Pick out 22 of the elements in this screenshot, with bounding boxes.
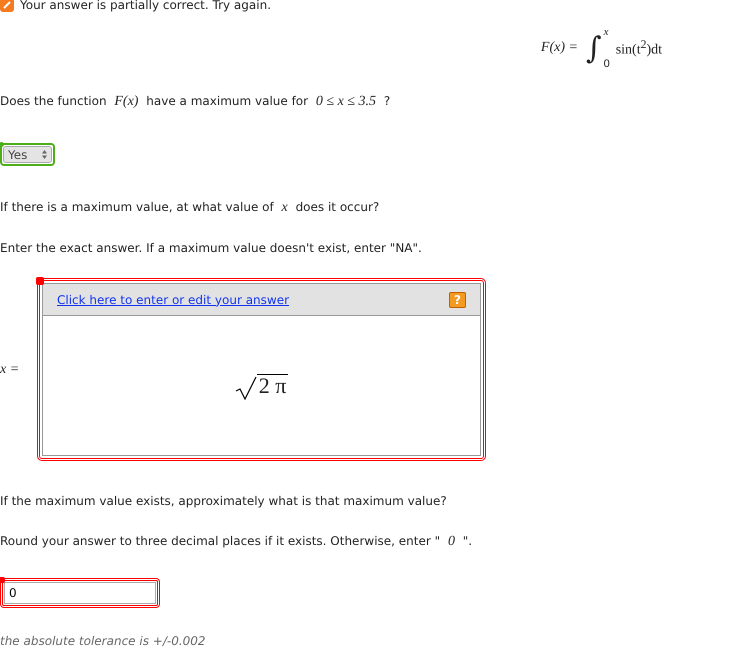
radical-sign-icon <box>234 376 257 400</box>
answer-label: x = <box>0 362 20 378</box>
tolerance-note: the absolute tolerance is +/-0.002 <box>0 634 207 648</box>
integrand: sin(t$^{2}$)dt <box>614 38 663 58</box>
feedback-message: Your answer is partially correct. Try again. <box>20 0 272 12</box>
lower-limit: 0 <box>602 58 611 70</box>
upper-limit: x <box>602 26 610 38</box>
pencil-icon <box>0 0 14 12</box>
status-dot <box>0 142 4 147</box>
instruction-text: Enter the exact answer. If a maximum value doesn't exist, enter "NA". <box>0 240 423 256</box>
answer-math: 2 π <box>256 374 288 397</box>
edit-answer-link[interactable]: Click here to enter or edit your answer <box>57 292 290 306</box>
equation-editor[interactable]: Click here to enter or edit your answer ? 2 π <box>42 283 481 456</box>
integral-sign: ∫ <box>586 30 602 66</box>
answer-dropdown[interactable]: Yes <box>3 146 52 163</box>
question-text: If the maximum value exists, approximately what is that maximum value? <box>0 493 448 509</box>
question-text: Does the function F(x) have a maximum value for 0 ≤ x ≤ 3.5 ? <box>0 94 392 110</box>
instruction-text: Round your answer to three decimal places if it exists. Otherwise, enter " 0 ". <box>0 533 474 550</box>
formula-lhs: F(x) = <box>540 40 579 56</box>
answer-input[interactable]: 0 <box>4 582 156 604</box>
question-text: If there is a maximum value, at what value of x does it occur? <box>0 199 380 216</box>
updown-arrows-icon <box>42 150 47 159</box>
